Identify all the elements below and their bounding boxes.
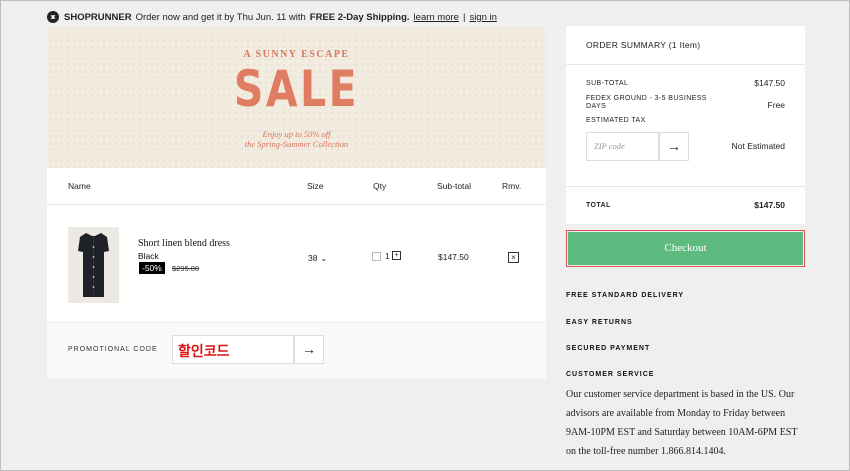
header-subtotal: Sub-total: [437, 181, 472, 191]
shipping-label: FEDEX GROUND - 3-5 BUSINESS DAYS: [586, 95, 707, 110]
shoprunner-brand: SHOPRUNNER: [64, 11, 132, 23]
sale-banner[interactable]: A SUNNY ESCAPE SALE Enjoy up to 50% off …: [47, 26, 546, 168]
size-value: 38: [308, 253, 318, 263]
divider: [566, 64, 805, 65]
banner-headline: A SUNNY ESCAPE: [243, 49, 350, 60]
promo-submit-button[interactable]: →: [294, 335, 324, 364]
checkout-button[interactable]: Checkout: [566, 230, 805, 267]
product-image[interactable]: [68, 227, 119, 303]
item-subtotal: $147.50: [438, 252, 469, 262]
cart-table-header: Name Size Qty Sub-total Rmv.: [47, 168, 546, 205]
easy-returns-link[interactable]: EASY RETURNS: [566, 319, 633, 326]
checkout-label: Checkout: [568, 232, 803, 265]
arrow-right-icon: →: [302, 341, 316, 357]
promo-label: PROMOTIONAL CODE: [68, 346, 158, 353]
header-qty: Qty: [373, 181, 387, 191]
learn-more-link[interactable]: learn more: [414, 12, 459, 23]
quantity-value: 1: [385, 251, 390, 261]
banner-title: SALE: [233, 60, 360, 118]
customer-service-title: CUSTOMER SERVICE: [566, 371, 655, 378]
promo-code-input[interactable]: 할인코드: [172, 335, 294, 364]
quantity-decrease-button[interactable]: [372, 252, 381, 261]
promo-section: PROMOTIONAL CODE 할인코드 →: [47, 322, 546, 379]
page-background: SHOPRUNNER Order now and get it by Thu J…: [1, 1, 849, 470]
banner-subline-2: the Spring-Summer Collection: [244, 139, 349, 149]
product-name[interactable]: Short linen blend dress: [138, 238, 230, 249]
customer-service-text: Our customer service department is based…: [566, 389, 798, 457]
chevron-down-icon: ⌄: [320, 254, 328, 263]
shoprunner-message: Order now and get it by Thu Jun. 11 with: [135, 11, 306, 23]
free-delivery-link[interactable]: FREE STANDARD DELIVERY: [566, 292, 684, 299]
shipping-value: Free: [767, 100, 785, 110]
tax-label: ESTIMATED TAX: [586, 117, 646, 124]
sign-in-link[interactable]: sign in: [469, 12, 496, 23]
header-name: Name: [68, 181, 91, 191]
original-price: $295.00: [172, 264, 200, 273]
quantity-increase-button[interactable]: +: [392, 251, 401, 260]
link-separator: |: [462, 11, 466, 23]
cart-item-row: Short linen blend dress Black -50% $295.…: [47, 205, 546, 321]
secured-payment-link[interactable]: SECURED PAYMENT: [566, 345, 650, 352]
dress-icon: [78, 233, 109, 297]
remove-item-button[interactable]: ×: [508, 252, 519, 263]
banner-subline-1: Enjoy up to 50% off: [262, 129, 331, 139]
total-value: $147.50: [754, 200, 785, 210]
order-summary-panel: ORDER SUMMARY (1 Item) SUB-TOTAL $147.50…: [566, 26, 805, 224]
header-remove: Rmv.: [502, 181, 522, 191]
zip-code-input[interactable]: ZIP code: [586, 132, 659, 161]
header-size: Size: [307, 181, 324, 191]
divider: [566, 186, 805, 187]
total-label: TOTAL: [586, 202, 611, 209]
shoprunner-logo-icon: [47, 11, 59, 23]
product-color: Black: [138, 251, 159, 261]
shoprunner-bar: SHOPRUNNER Order now and get it by Thu J…: [47, 10, 497, 24]
zip-submit-button[interactable]: →: [659, 132, 689, 161]
cart-panel: A SUNNY ESCAPE SALE Enjoy up to 50% off …: [47, 26, 546, 379]
size-select[interactable]: 38 ⌄: [308, 253, 327, 263]
tax-value: Not Estimated: [731, 141, 785, 151]
summary-title: ORDER SUMMARY (1 Item): [586, 40, 701, 50]
close-icon: ×: [511, 253, 516, 262]
shoprunner-shipping: FREE 2-Day Shipping.: [309, 11, 410, 23]
arrow-right-icon: →: [667, 138, 681, 154]
subtotal-label: SUB-TOTAL: [586, 80, 629, 87]
subtotal-value: $147.50: [754, 78, 785, 88]
discount-badge: -50%: [139, 262, 165, 274]
